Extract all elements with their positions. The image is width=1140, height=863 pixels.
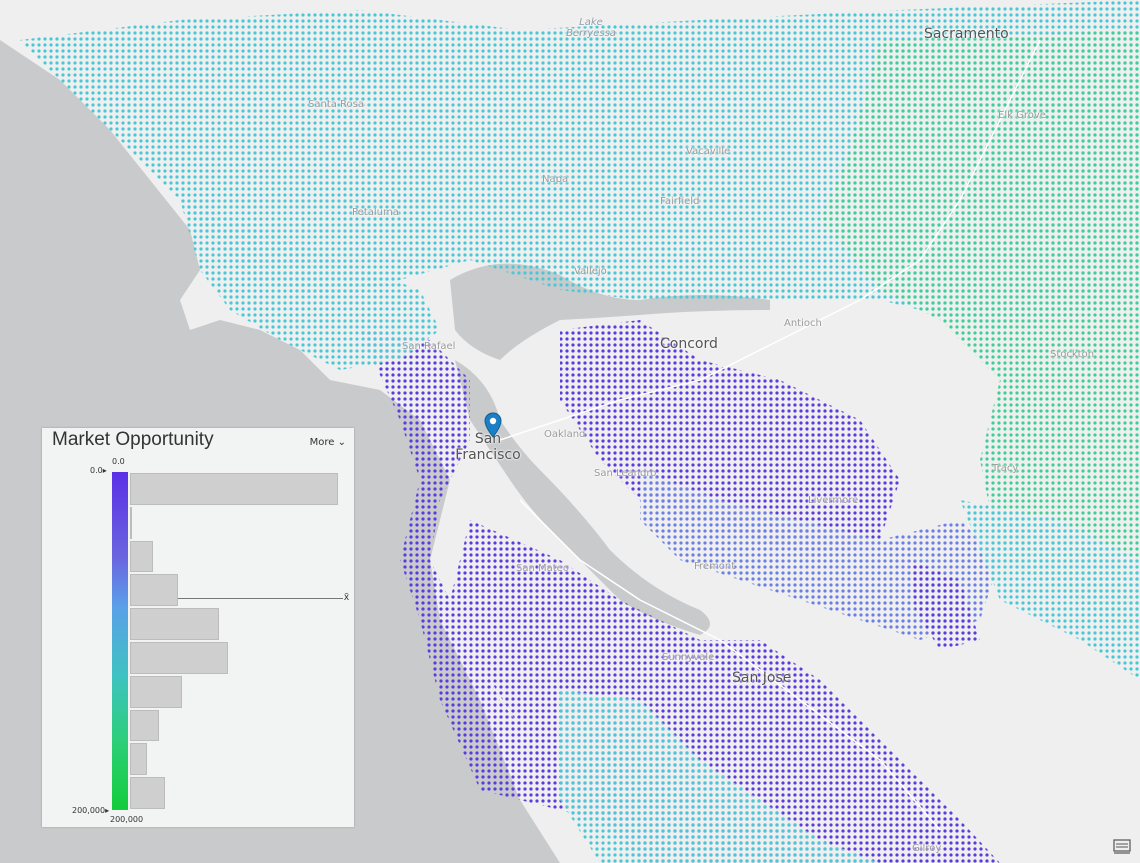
histogram-bar (130, 506, 132, 539)
city-label-san-jose: San Jose (732, 670, 792, 686)
mean-line (178, 598, 343, 599)
histogram-bar (130, 574, 178, 607)
legend-title: Market Opportunity (52, 429, 214, 450)
ramp-bottom-label: 200,000 (110, 815, 144, 824)
city-label-elk-grove: Elk Grove (998, 110, 1046, 121)
city-label-gilroy: Gilroy (912, 843, 942, 854)
chevron-down-icon: ⌄ (337, 437, 346, 448)
city-label-santa-rosa: Santa Rosa (308, 99, 364, 110)
city-label-livermore: Livermore (808, 495, 859, 506)
city-label-tracy: Tracy (992, 463, 1019, 474)
more-label: More (309, 437, 335, 448)
histogram-bar (130, 675, 182, 708)
mean-label: x̄ (344, 592, 349, 603)
histogram-bar (130, 608, 220, 640)
ramp-top-tick: 0.0▸ (90, 466, 107, 475)
histogram-bar (130, 777, 166, 809)
city-label-antioch: Antioch (784, 318, 822, 329)
histogram-bar (130, 642, 228, 674)
city-label-sunnyvale: Sunnyvale (662, 652, 715, 663)
city-label-vallejo: Vallejo (574, 266, 607, 277)
histogram-bar (130, 709, 160, 742)
city-label-lake-berryessa: Lake Berryessa (566, 17, 616, 39)
city-label-napa: Napa (542, 174, 569, 185)
city-label-oakland: Oakland (544, 429, 586, 440)
legend-panel: Market Opportunity More ⌄ 0.0 0.0▸ 200,0… (42, 428, 354, 827)
city-label-san-rafael: San Rafael (402, 341, 456, 352)
basemap-icon[interactable] (1111, 836, 1133, 856)
city-label-san-mateo: San Mateo (516, 563, 569, 574)
ramp-top-label: 0.0 (112, 457, 125, 466)
histogram-bar (130, 743, 147, 776)
city-label-concord: Concord (660, 336, 718, 352)
more-button[interactable]: More ⌄ (310, 437, 346, 448)
city-label-fremont: Fremont (694, 561, 736, 572)
city-label-petaluma: Petaluma (352, 207, 399, 218)
city-label-stockton: Stockton (1050, 349, 1095, 360)
map-pin-icon[interactable] (484, 412, 502, 438)
city-label-fairfield: Fairfield (660, 196, 700, 207)
ramp-bottom-tick: 200,000▸ (72, 806, 110, 815)
color-ramp (112, 472, 128, 810)
histogram-bar (130, 540, 153, 573)
city-label-san-leandro: San Leandro (594, 468, 657, 479)
city-label-vacaville: Vacaville (686, 146, 731, 157)
histogram-bar (130, 473, 338, 505)
city-label-sacramento: Sacramento (924, 26, 1009, 42)
